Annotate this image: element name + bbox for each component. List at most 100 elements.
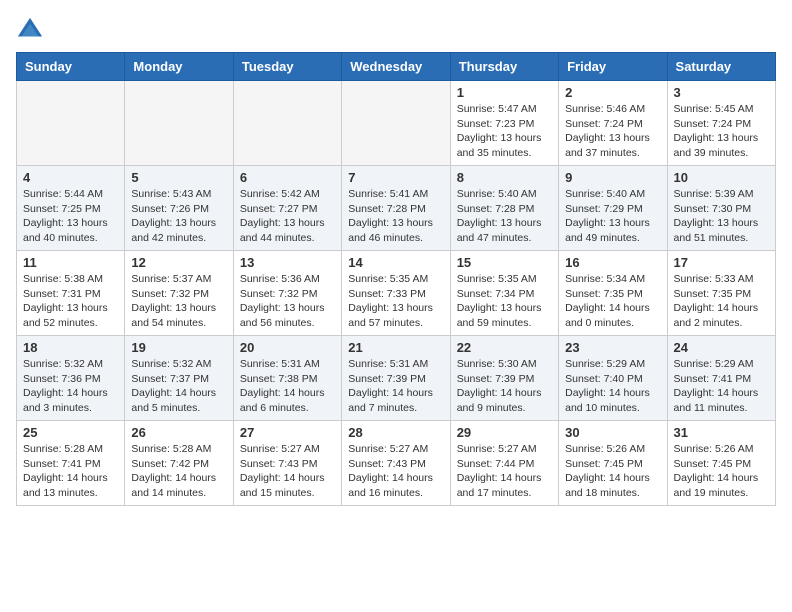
cell-info: Sunrise: 5:35 AMSunset: 7:34 PMDaylight:… [457, 272, 552, 331]
calendar-cell: 23 Sunrise: 5:29 AMSunset: 7:40 PMDayligh… [559, 336, 667, 421]
day-number: 12 [131, 255, 226, 270]
cell-info: Sunrise: 5:35 AMSunset: 7:33 PMDaylight:… [348, 272, 443, 331]
calendar-cell: 30 Sunrise: 5:26 AMSunset: 7:45 PMDayligh… [559, 421, 667, 506]
calendar-cell [125, 81, 233, 166]
day-number: 19 [131, 340, 226, 355]
calendar-cell: 13 Sunrise: 5:36 AMSunset: 7:32 PMDayligh… [233, 251, 341, 336]
day-number: 4 [23, 170, 118, 185]
cell-info: Sunrise: 5:27 AMSunset: 7:43 PMDaylight:… [348, 442, 443, 501]
day-number: 21 [348, 340, 443, 355]
calendar-cell: 9Sunrise: 5:40 AMSunset: 7:29 PMDaylight… [559, 166, 667, 251]
cell-info: Sunrise: 5:42 AMSunset: 7:27 PMDaylight:… [240, 187, 335, 246]
calendar-cell: 28Sunrise: 5:27 AMSunset: 7:43 PMDayligh… [342, 421, 450, 506]
calendar-cell: 25 Sunrise: 5:28 AMSunset: 7:41 PMDayligh… [17, 421, 125, 506]
weekday-header-thursday: Thursday [450, 53, 558, 81]
calendar-cell: 14Sunrise: 5:35 AMSunset: 7:33 PMDayligh… [342, 251, 450, 336]
calendar-cell [17, 81, 125, 166]
day-number: 13 [240, 255, 335, 270]
day-number: 2 [565, 85, 660, 100]
cell-info: Sunrise: 5:39 AMSunset: 7:30 PMDaylight:… [674, 187, 769, 246]
calendar-cell: 22 Sunrise: 5:30 AMSunset: 7:39 PMDayligh… [450, 336, 558, 421]
day-number: 5 [131, 170, 226, 185]
calendar-week-row: 4 Sunrise: 5:44 AMSunset: 7:25 PMDaylight… [17, 166, 776, 251]
day-number: 30 [565, 425, 660, 440]
cell-info: Sunrise: 5:44 AMSunset: 7:25 PMDaylight:… [23, 187, 118, 246]
calendar-cell: 27 Sunrise: 5:27 AMSunset: 7:43 PMDayligh… [233, 421, 341, 506]
calendar-cell: 10Sunrise: 5:39 AMSunset: 7:30 PMDayligh… [667, 166, 775, 251]
cell-info: Sunrise: 5:27 AMSunset: 7:43 PMDaylight:… [240, 442, 335, 501]
calendar-cell: 1 Sunrise: 5:47 AMSunset: 7:23 PMDaylight… [450, 81, 558, 166]
calendar-cell [342, 81, 450, 166]
cell-info: Sunrise: 5:31 AMSunset: 7:38 PMDaylight:… [240, 357, 335, 416]
day-number: 1 [457, 85, 552, 100]
day-number: 22 [457, 340, 552, 355]
calendar-cell: 31 Sunrise: 5:26 AMSunset: 7:45 PMDayligh… [667, 421, 775, 506]
logo [16, 16, 48, 44]
cell-info: Sunrise: 5:31 AMSunset: 7:39 PMDaylight:… [348, 357, 443, 416]
cell-info: Sunrise: 5:43 AMSunset: 7:26 PMDaylight:… [131, 187, 226, 246]
cell-info: Sunrise: 5:32 AMSunset: 7:37 PMDaylight:… [131, 357, 226, 416]
day-number: 8 [457, 170, 552, 185]
cell-info: Sunrise: 5:40 AMSunset: 7:28 PMDaylight:… [457, 187, 552, 246]
calendar-header-row: SundayMondayTuesdayWednesdayThursdayFrid… [17, 53, 776, 81]
weekday-header-tuesday: Tuesday [233, 53, 341, 81]
cell-info: Sunrise: 5:29 AMSunset: 7:41 PMDaylight:… [674, 357, 769, 416]
calendar-cell: 29Sunrise: 5:27 AMSunset: 7:44 PMDayligh… [450, 421, 558, 506]
cell-info: Sunrise: 5:34 AMSunset: 7:35 PMDaylight:… [565, 272, 660, 331]
calendar-cell: 3Sunrise: 5:45 AMSunset: 7:24 PMDaylight… [667, 81, 775, 166]
calendar-week-row: 25 Sunrise: 5:28 AMSunset: 7:41 PMDayligh… [17, 421, 776, 506]
cell-info: Sunrise: 5:26 AMSunset: 7:45 PMDaylight:… [565, 442, 660, 501]
cell-info: Sunrise: 5:30 AMSunset: 7:39 PMDaylight:… [457, 357, 552, 416]
logo-icon [16, 16, 44, 44]
cell-info: Sunrise: 5:26 AMSunset: 7:45 PMDaylight:… [674, 442, 769, 501]
day-number: 15 [457, 255, 552, 270]
calendar-cell: 11 Sunrise: 5:38 AMSunset: 7:31 PMDayligh… [17, 251, 125, 336]
cell-info: Sunrise: 5:41 AMSunset: 7:28 PMDaylight:… [348, 187, 443, 246]
day-number: 23 [565, 340, 660, 355]
day-number: 29 [457, 425, 552, 440]
weekday-header-monday: Monday [125, 53, 233, 81]
cell-info: Sunrise: 5:40 AMSunset: 7:29 PMDaylight:… [565, 187, 660, 246]
cell-info: Sunrise: 5:32 AMSunset: 7:36 PMDaylight:… [23, 357, 118, 416]
calendar-cell: 6 Sunrise: 5:42 AMSunset: 7:27 PMDaylight… [233, 166, 341, 251]
calendar-cell: 2 Sunrise: 5:46 AMSunset: 7:24 PMDaylight… [559, 81, 667, 166]
cell-info: Sunrise: 5:38 AMSunset: 7:31 PMDaylight:… [23, 272, 118, 331]
day-number: 11 [23, 255, 118, 270]
calendar-cell: 8 Sunrise: 5:40 AMSunset: 7:28 PMDaylight… [450, 166, 558, 251]
day-number: 25 [23, 425, 118, 440]
calendar-cell: 7Sunrise: 5:41 AMSunset: 7:28 PMDaylight… [342, 166, 450, 251]
day-number: 31 [674, 425, 769, 440]
weekday-header-friday: Friday [559, 53, 667, 81]
calendar-cell: 12 Sunrise: 5:37 AMSunset: 7:32 PMDayligh… [125, 251, 233, 336]
cell-info: Sunrise: 5:46 AMSunset: 7:24 PMDaylight:… [565, 102, 660, 161]
cell-info: Sunrise: 5:36 AMSunset: 7:32 PMDaylight:… [240, 272, 335, 331]
weekday-header-sunday: Sunday [17, 53, 125, 81]
day-number: 18 [23, 340, 118, 355]
cell-info: Sunrise: 5:28 AMSunset: 7:42 PMDaylight:… [131, 442, 226, 501]
calendar-week-row: 18 Sunrise: 5:32 AMSunset: 7:36 PMDayligh… [17, 336, 776, 421]
cell-info: Sunrise: 5:47 AMSunset: 7:23 PMDaylight:… [457, 102, 552, 161]
page-header [16, 16, 776, 44]
calendar-cell: 26 Sunrise: 5:28 AMSunset: 7:42 PMDayligh… [125, 421, 233, 506]
calendar-cell: 4 Sunrise: 5:44 AMSunset: 7:25 PMDaylight… [17, 166, 125, 251]
cell-info: Sunrise: 5:37 AMSunset: 7:32 PMDaylight:… [131, 272, 226, 331]
cell-info: Sunrise: 5:45 AMSunset: 7:24 PMDaylight:… [674, 102, 769, 161]
calendar-cell: 20Sunrise: 5:31 AMSunset: 7:38 PMDayligh… [233, 336, 341, 421]
day-number: 17 [674, 255, 769, 270]
weekday-header-saturday: Saturday [667, 53, 775, 81]
calendar-cell: 15 Sunrise: 5:35 AMSunset: 7:34 PMDayligh… [450, 251, 558, 336]
day-number: 27 [240, 425, 335, 440]
cell-info: Sunrise: 5:29 AMSunset: 7:40 PMDaylight:… [565, 357, 660, 416]
cell-info: Sunrise: 5:28 AMSunset: 7:41 PMDaylight:… [23, 442, 118, 501]
day-number: 6 [240, 170, 335, 185]
calendar-cell: 16Sunrise: 5:34 AMSunset: 7:35 PMDayligh… [559, 251, 667, 336]
day-number: 26 [131, 425, 226, 440]
calendar-cell: 24 Sunrise: 5:29 AMSunset: 7:41 PMDayligh… [667, 336, 775, 421]
calendar-week-row: 1 Sunrise: 5:47 AMSunset: 7:23 PMDaylight… [17, 81, 776, 166]
day-number: 24 [674, 340, 769, 355]
weekday-header-wednesday: Wednesday [342, 53, 450, 81]
calendar-week-row: 11 Sunrise: 5:38 AMSunset: 7:31 PMDayligh… [17, 251, 776, 336]
calendar-cell: 21 Sunrise: 5:31 AMSunset: 7:39 PMDayligh… [342, 336, 450, 421]
calendar-cell [233, 81, 341, 166]
calendar-cell: 18 Sunrise: 5:32 AMSunset: 7:36 PMDayligh… [17, 336, 125, 421]
